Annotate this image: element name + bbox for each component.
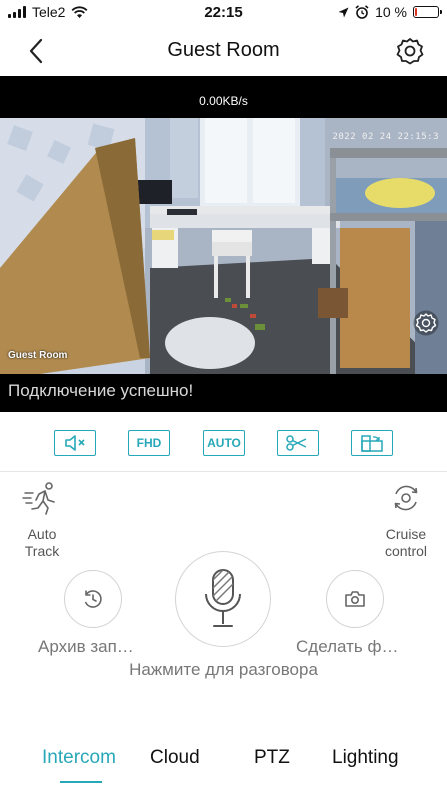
tab-intercom[interactable]: Intercom xyxy=(42,747,116,769)
video-panel[interactable]: 0.00KB/s 2022 02 24 22:15:3 Guest Room П… xyxy=(0,76,447,412)
connection-message: Подключение успешно! xyxy=(0,374,447,412)
rotate-screen-icon xyxy=(361,435,383,452)
talk-button[interactable] xyxy=(175,551,271,647)
history-icon xyxy=(84,590,102,608)
cruise-label: Cruise control xyxy=(372,526,440,560)
snapshot-label: Сделать ф… xyxy=(296,637,399,656)
cruise-icon xyxy=(394,485,418,511)
mute-button[interactable] xyxy=(54,430,96,456)
gear-icon[interactable] xyxy=(395,36,425,66)
speaker-mute-icon xyxy=(65,435,85,451)
alarm-icon xyxy=(355,5,369,19)
video-timestamp: 2022 02 24 22:15:3 xyxy=(332,132,439,142)
archive-button[interactable] xyxy=(64,570,122,628)
microphone-icon xyxy=(205,569,241,627)
scissors-icon xyxy=(286,435,307,451)
cruise-control[interactable]: Cruise control xyxy=(372,478,440,562)
tab-lighting[interactable]: Lighting xyxy=(332,747,399,769)
rotate-screen-button[interactable] xyxy=(351,430,393,456)
mode-button[interactable]: AUTO xyxy=(203,430,245,456)
status-right: 10 % xyxy=(338,4,442,20)
tab-cloud[interactable]: Cloud xyxy=(150,747,200,769)
auto-track-label-line1: Auto xyxy=(27,526,57,542)
bitrate-readout: 0.00KB/s xyxy=(199,94,248,108)
gear-icon[interactable] xyxy=(413,310,439,336)
auto-track-control[interactable]: Auto Track xyxy=(14,478,70,562)
battery-fill xyxy=(415,8,417,16)
archive-label: Архив зап… xyxy=(38,637,134,656)
cruise-label-line2: control xyxy=(384,543,428,559)
auto-track-label: Auto Track xyxy=(14,526,70,560)
clip-button[interactable] xyxy=(277,430,319,456)
location-arrow-icon xyxy=(338,7,349,17)
bottom-tabs: Intercom Cloud PTZ Lighting xyxy=(0,735,447,796)
video-toolbar: FHD AUTO xyxy=(0,412,447,472)
running-person-icon xyxy=(22,482,55,515)
active-tab-indicator xyxy=(60,781,102,783)
tab-ptz[interactable]: PTZ xyxy=(254,747,290,769)
cruise-label-line1: Cruise xyxy=(385,526,427,542)
battery-percent: 10 % xyxy=(375,4,407,20)
quality-button[interactable]: FHD xyxy=(128,430,170,456)
battery-icon xyxy=(413,6,442,18)
page-title: Guest Room xyxy=(167,39,280,61)
status-bar: Tele2 22:15 10 % xyxy=(0,0,447,26)
camera-feed[interactable] xyxy=(0,118,447,374)
auto-track-label-line2: Track xyxy=(24,543,60,559)
camera-icon xyxy=(345,591,365,607)
camera-label: Guest Room xyxy=(8,350,68,361)
snapshot-button[interactable] xyxy=(326,570,384,628)
navigation-bar: Guest Room xyxy=(0,26,447,76)
talk-hint: Нажмите для разговора xyxy=(129,660,318,679)
